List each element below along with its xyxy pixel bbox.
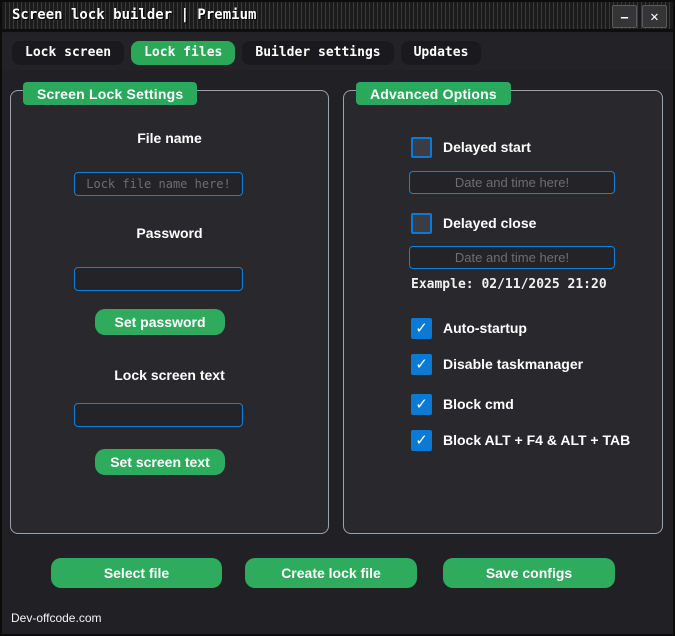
save-configs-button[interactable]: Save configs bbox=[443, 558, 615, 588]
auto-startup-checkbox[interactable]: ✓ bbox=[411, 318, 432, 339]
delayed-close-checkbox-row[interactable]: ✓ Delayed close bbox=[411, 213, 536, 234]
screen-lock-settings-panel: Screen Lock Settings File name Password … bbox=[10, 82, 329, 534]
file-name-input[interactable] bbox=[74, 172, 243, 196]
tab-bar: Lock screen Lock files Builder settings … bbox=[2, 35, 673, 70]
delayed-close-datetime-input[interactable] bbox=[409, 246, 615, 269]
delayed-close-checkbox[interactable]: ✓ bbox=[411, 213, 432, 234]
delayed-close-label: Delayed close bbox=[443, 215, 537, 231]
close-button[interactable]: ✕ bbox=[642, 5, 667, 28]
disable-taskmanager-checkbox-row[interactable]: ✓ Disable taskmanager bbox=[411, 354, 583, 375]
block-cmd-checkbox-row[interactable]: ✓ Block cmd bbox=[411, 394, 514, 415]
credit-text: Dev-offcode.com bbox=[11, 611, 102, 625]
block-alt-checkbox[interactable]: ✓ bbox=[411, 430, 432, 451]
block-alt-label: Block ALT + F4 & ALT + TAB bbox=[443, 432, 631, 448]
datetime-example-text: Example: 02/11/2025 21:20 bbox=[411, 277, 607, 292]
delayed-start-label: Delayed start bbox=[443, 139, 531, 155]
tab-lock-screen[interactable]: Lock screen bbox=[12, 40, 125, 65]
advanced-options-panel: Advanced Options ✓ Delayed start ✓ Delay… bbox=[343, 82, 663, 534]
set-screen-text-button[interactable]: Set screen text bbox=[95, 449, 225, 475]
title-bar[interactable]: Screen lock builder | Premium – ✕ bbox=[2, 2, 673, 32]
tab-updates[interactable]: Updates bbox=[400, 40, 482, 65]
lock-screen-text-input[interactable] bbox=[74, 403, 243, 427]
auto-startup-checkbox-row[interactable]: ✓ Auto-startup bbox=[411, 318, 527, 339]
checkmark-icon: ✓ bbox=[415, 356, 428, 373]
disable-taskmanager-checkbox[interactable]: ✓ bbox=[411, 354, 432, 375]
set-password-button[interactable]: Set password bbox=[95, 309, 225, 335]
file-name-label: File name bbox=[137, 130, 202, 146]
select-file-button[interactable]: Select file bbox=[51, 558, 222, 588]
password-label: Password bbox=[136, 225, 203, 241]
delayed-start-checkbox-row[interactable]: ✓ Delayed start bbox=[411, 137, 531, 158]
password-input[interactable] bbox=[74, 267, 243, 291]
delayed-start-datetime-input[interactable] bbox=[409, 171, 615, 194]
advanced-options-header: Advanced Options bbox=[356, 82, 511, 105]
minimize-icon: – bbox=[620, 9, 629, 24]
tab-lock-files[interactable]: Lock files bbox=[131, 40, 236, 65]
checkmark-icon: ✓ bbox=[415, 320, 428, 337]
close-icon: ✕ bbox=[650, 8, 659, 25]
screen-lock-settings-header: Screen Lock Settings bbox=[23, 82, 198, 105]
delayed-start-checkbox[interactable]: ✓ bbox=[411, 137, 432, 158]
disable-taskmanager-label: Disable taskmanager bbox=[443, 356, 584, 372]
minimize-button[interactable]: – bbox=[612, 5, 637, 28]
window-title: Screen lock builder | Premium bbox=[12, 7, 257, 23]
app-window: Screen lock builder | Premium – ✕ Lock s… bbox=[0, 0, 675, 636]
block-cmd-checkbox[interactable]: ✓ bbox=[411, 394, 432, 415]
tab-builder-settings[interactable]: Builder settings bbox=[242, 40, 394, 65]
auto-startup-label: Auto-startup bbox=[443, 320, 527, 336]
block-alt-checkbox-row[interactable]: ✓ Block ALT + F4 & ALT + TAB bbox=[411, 430, 630, 451]
block-cmd-label: Block cmd bbox=[443, 396, 514, 412]
checkmark-icon: ✓ bbox=[415, 432, 428, 449]
lock-screen-text-label: Lock screen text bbox=[114, 367, 225, 383]
checkmark-icon: ✓ bbox=[415, 396, 428, 413]
create-lock-file-button[interactable]: Create lock file bbox=[245, 558, 417, 588]
